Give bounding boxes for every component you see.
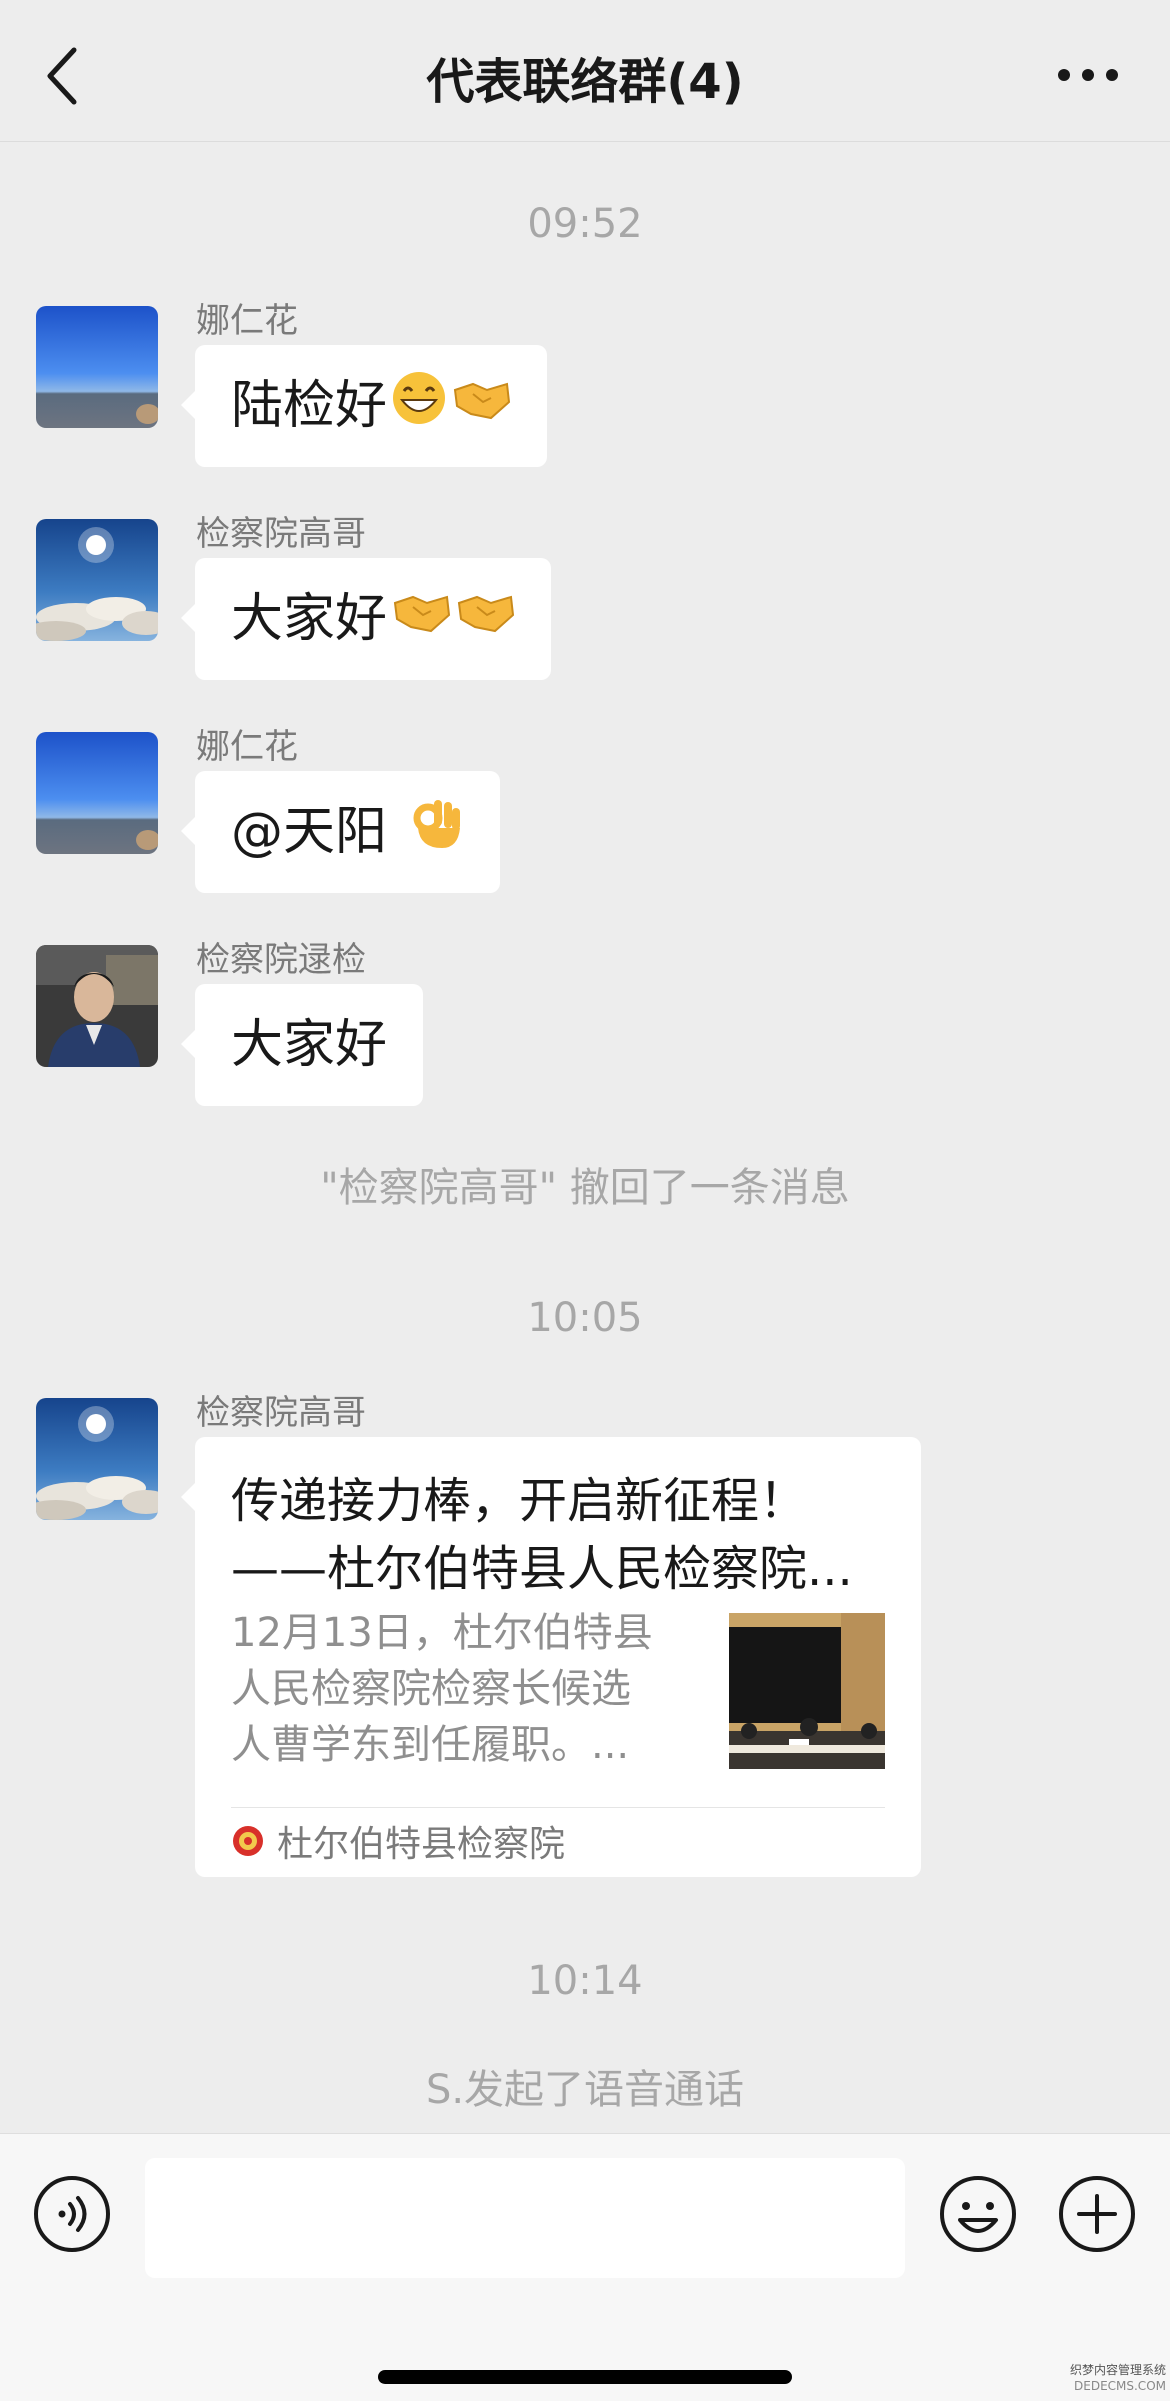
recall-notice: "检察院高哥" 撤回了一条消息 (320, 1165, 850, 1211)
sender-name: 检察院逯检 (196, 940, 366, 980)
emoji-button[interactable] (938, 2174, 1018, 2254)
message-list[interactable]: 09:52 娜仁花 陆检好 检察院高哥 大家好 娜仁花 @天阳 检察院逯检 大家… (0, 143, 1170, 2133)
avatar[interactable] (36, 519, 158, 641)
card-divider (231, 1807, 885, 1808)
more-button[interactable] (1056, 60, 1120, 90)
more-icon (1058, 69, 1118, 81)
article-title: 传递接力棒，开启新征程！ ——杜尔伯特县人民检察院... (231, 1467, 891, 1603)
seal-icon (231, 1824, 265, 1869)
message-bubble[interactable]: 大家好 (180, 984, 424, 1106)
message-text: 大家好 (231, 589, 388, 649)
message-bubble[interactable]: @天阳 (181, 771, 500, 896)
article-source: 杜尔伯特县检察院 (231, 1823, 565, 1867)
message-text: 大家好 (231, 1015, 388, 1075)
article-desc-line: 人曹学东到任履职。... (231, 1722, 630, 1768)
article-desc-line: 人民检察院检察长候选 (231, 1666, 631, 1712)
timestamp: 10:05 (527, 1295, 643, 1341)
chat-header: 代表联络群(4) (0, 0, 1170, 142)
sender-name: 检察院高哥 (196, 514, 366, 554)
article-source-name: 杜尔伯特县检察院 (277, 1824, 566, 1865)
avatar[interactable] (36, 1398, 158, 1520)
article-description: 12月13日，杜尔伯特县 人民检察院检察长候选 人曹学东到任履职。... (231, 1605, 671, 1773)
sender-name: 娜仁花 (196, 301, 298, 341)
handshake-emoji (451, 348, 511, 470)
avatar[interactable] (36, 945, 158, 1067)
article-title-line: 传递接力棒，开启新征程！ (231, 1473, 808, 1529)
handshake-emoji (455, 561, 515, 683)
avatar[interactable] (36, 732, 158, 854)
handshake-emoji (391, 561, 451, 683)
article-thumbnail (729, 1613, 885, 1769)
watermark-line: 织梦内容管理系统 (1069, 2363, 1166, 2377)
voice-call-notice: S.发起了语音通话 (425, 2067, 745, 2113)
article-desc-line: 12月13日，杜尔伯特县 (231, 1610, 653, 1656)
input-bar (0, 2133, 1170, 2401)
message-text: @天阳 (231, 802, 404, 862)
watermark: 织梦内容管理系统 DEDECMS.COM (1054, 2362, 1166, 2394)
watermark-line: DEDECMS.COM (1074, 2379, 1166, 2393)
ok-hand-emoji (408, 774, 464, 896)
emoji-icon (940, 2176, 1016, 2252)
message-bubble[interactable]: 陆检好 (180, 345, 548, 470)
sender-name: 检察院高哥 (196, 1393, 366, 1433)
message-bubble[interactable]: 大家好 (180, 558, 552, 683)
grin-emoji (391, 348, 447, 470)
more-functions-button[interactable] (1057, 2174, 1137, 2254)
timestamp: 09:52 (527, 201, 643, 247)
chat-title: 代表联络群(4) (426, 54, 744, 110)
timestamp: 10:14 (527, 1958, 643, 2004)
message-input[interactable] (145, 2158, 905, 2278)
article-card[interactable]: 传递接力棒，开启新征程！ ——杜尔伯特县人民检察院... 12月13日，杜尔伯特… (181, 1437, 921, 1877)
sender-name: 娜仁花 (196, 727, 298, 767)
voice-button[interactable] (32, 2174, 112, 2254)
plus-icon (1059, 2176, 1135, 2252)
home-indicator[interactable] (378, 2370, 792, 2384)
voice-icon (34, 2176, 110, 2252)
article-title-line: ——杜尔伯特县人民检察院... (231, 1541, 853, 1597)
message-text: 陆检好 (231, 376, 388, 436)
avatar[interactable] (36, 306, 158, 428)
